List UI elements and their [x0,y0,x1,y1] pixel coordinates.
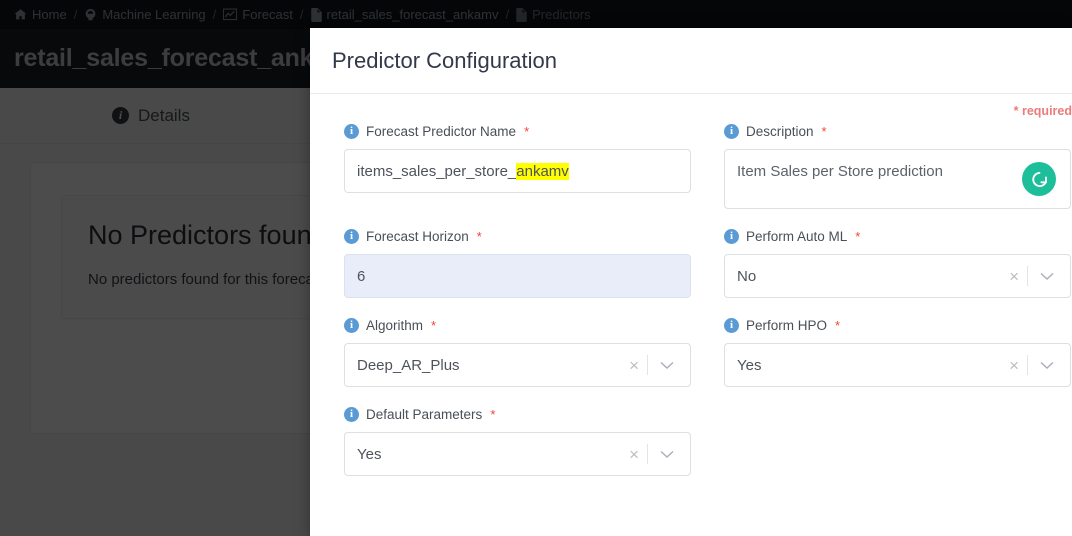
required-star: * [835,317,841,333]
field-label-algorithm: i Algorithm * [344,316,690,334]
chevron-down-icon[interactable] [1028,272,1060,281]
refresh-icon[interactable] [1022,162,1056,196]
required-star: * [431,317,437,333]
label-text: Perform HPO [746,317,828,333]
perform-hpo-select[interactable]: Yes × [724,343,1071,387]
select-value: Deep_AR_Plus [357,356,460,374]
textarea-value: Item Sales per Store prediction [737,163,943,180]
info-icon[interactable]: i [344,228,359,244]
forecast-horizon-input[interactable]: 6 [344,254,691,298]
select-value: No [737,267,757,285]
modal-title: Predictor Configuration [332,47,558,73]
predictor-configuration-modal: Predictor Configuration * required i For… [310,28,1072,536]
description-textarea[interactable]: Item Sales per Store prediction [724,149,1071,209]
select-value: Yes [357,445,382,463]
input-value-plain: items_sales_per_store_ [357,162,517,180]
modal-body: * required i Forecast Predictor Name * i… [310,94,1072,535]
label-text: Forecast Horizon [366,228,469,244]
clear-icon[interactable]: × [1001,357,1027,374]
field-perform-hpo: i Perform HPO * Yes × [690,316,1072,387]
field-label-default-parameters: i Default Parameters * [344,405,690,423]
info-icon[interactable]: i [344,123,359,139]
field-label-description: i Description * [724,122,1072,140]
clear-icon[interactable]: × [1001,268,1027,285]
field-label-forecast-horizon: i Forecast Horizon * [344,227,690,245]
input-value: items_sales_per_store_ankamv [357,162,569,180]
label-text: Algorithm [366,317,424,333]
forecast-predictor-name-input[interactable]: items_sales_per_store_ankamv [344,149,691,193]
info-icon[interactable]: i [724,317,739,333]
required-star: * [476,228,482,244]
field-perform-auto-ml: i Perform Auto ML * No × [690,227,1072,298]
modal-header: Predictor Configuration [310,28,1072,94]
info-icon[interactable]: i [724,228,739,244]
label-text: Description [746,123,814,139]
info-icon[interactable]: i [344,317,359,333]
field-default-parameters: i Default Parameters * Yes × [310,405,691,476]
default-parameters-select[interactable]: Yes × [344,432,691,476]
required-star: * [524,123,530,139]
perform-auto-ml-select[interactable]: No × [724,254,1071,298]
label-text: Forecast Predictor Name [366,123,517,139]
field-algorithm: i Algorithm * Deep_AR_Plus × [310,316,691,387]
chevron-down-icon[interactable] [648,450,680,459]
info-icon[interactable]: i [724,123,739,139]
field-label-forecast-predictor-name: i Forecast Predictor Name * [344,122,690,140]
chevron-down-icon[interactable] [1028,361,1060,370]
field-label-perform-auto-ml: i Perform Auto ML * [724,227,1072,245]
required-note: * required [1013,104,1072,118]
field-description: i Description * Item Sales per Store pre… [690,122,1072,209]
required-star: * [490,406,496,422]
clear-icon[interactable]: × [621,446,647,463]
field-forecast-horizon: i Forecast Horizon * 6 [310,227,691,298]
info-icon[interactable]: i [344,406,359,422]
field-forecast-predictor-name: i Forecast Predictor Name * items_sales_… [310,122,691,209]
predictor-form: i Forecast Predictor Name * items_sales_… [310,104,1072,494]
algorithm-select[interactable]: Deep_AR_Plus × [344,343,691,387]
input-value: 6 [357,267,366,285]
field-label-perform-hpo: i Perform HPO * [724,316,1072,334]
required-star: * [821,123,827,139]
label-text: Default Parameters [366,406,483,422]
clear-icon[interactable]: × [621,357,647,374]
label-text: Perform Auto ML [746,228,848,244]
select-value: Yes [737,356,762,374]
field-spacer [690,405,1072,476]
chevron-down-icon[interactable] [648,361,680,370]
required-star: * [855,228,861,244]
input-value-highlighted: ankamv [516,162,569,180]
